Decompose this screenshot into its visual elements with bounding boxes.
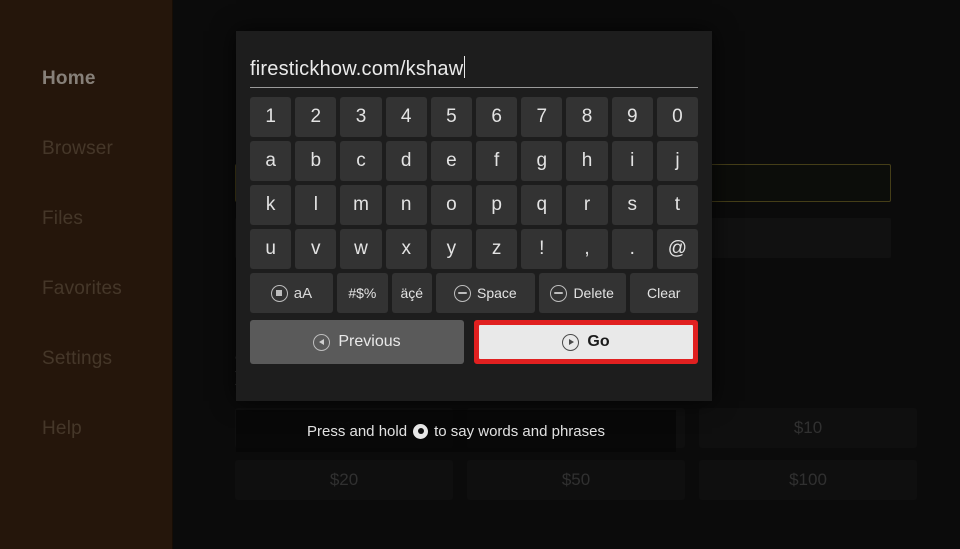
key-t[interactable]: t (656, 185, 699, 225)
keyboard-input-underline[interactable]: firestickhow.com/kshaw (250, 53, 698, 88)
key-exclamation[interactable]: ! (521, 229, 563, 269)
key-w[interactable]: w (340, 229, 382, 269)
go-button-label: Go (587, 333, 610, 350)
key-n[interactable]: n (385, 185, 427, 225)
voice-hint-bar: Press and hold to say words and phrases (236, 410, 676, 452)
key-z[interactable]: z (476, 229, 518, 269)
keyboard-input-value: firestickhow.com/kshaw (250, 58, 464, 80)
keyboard-input-row: firestickhow.com/kshaw (250, 31, 698, 93)
key-6[interactable]: 6 (476, 97, 518, 137)
key-a[interactable]: a (250, 141, 292, 181)
keyboard-action-row: Previous Go (250, 320, 698, 364)
key-v[interactable]: v (295, 229, 337, 269)
key-y[interactable]: y (430, 229, 473, 269)
key-u[interactable]: u (250, 229, 292, 269)
key-l[interactable]: l (295, 185, 337, 225)
key-f[interactable]: f (476, 141, 518, 181)
keyboard-row-numbers: 1 2 3 4 5 6 7 8 9 0 (250, 97, 699, 137)
key-1[interactable]: 1 (250, 97, 292, 137)
key-x[interactable]: x (385, 229, 427, 269)
rewind-button-icon (550, 284, 568, 302)
key-j[interactable]: j (656, 141, 699, 181)
key-toggle-case[interactable]: aA (250, 273, 333, 313)
previous-button-label: Previous (338, 333, 401, 350)
key-symbols[interactable]: #$% (336, 273, 388, 313)
key-4[interactable]: 4 (385, 97, 427, 137)
key-at[interactable]: @ (656, 229, 699, 269)
key-h[interactable]: h (566, 141, 608, 181)
voice-hint-text-before: Press and hold (306, 422, 408, 440)
key-delete-label: Delete (573, 285, 614, 301)
key-7[interactable]: 7 (521, 97, 563, 137)
playpause-button-icon (454, 284, 471, 302)
keyboard-function-row: aA #$% äçé Space Delete Clear (250, 273, 698, 313)
key-accents[interactable]: äçé (391, 273, 432, 313)
keyboard-row-u-at: u v w x y z ! , . @ (250, 229, 699, 269)
key-period[interactable]: . (611, 229, 653, 269)
key-r[interactable]: r (566, 185, 608, 225)
voice-hint-text-after: to say words and phrases (434, 422, 605, 440)
text-caret (464, 56, 466, 78)
key-o[interactable]: o (430, 185, 473, 225)
key-8[interactable]: 8 (566, 97, 608, 137)
onscreen-keyboard-dialog: firestickhow.com/kshaw 1 2 3 4 5 6 7 8 9… (236, 31, 712, 401)
key-i[interactable]: i (611, 141, 653, 181)
back-button-icon (313, 333, 331, 351)
key-2[interactable]: 2 (295, 97, 337, 137)
key-space-label: Space (477, 285, 517, 301)
mic-icon (413, 423, 429, 439)
go-button[interactable]: Go (479, 325, 693, 359)
key-q[interactable]: q (521, 185, 563, 225)
key-m[interactable]: m (340, 185, 382, 225)
key-comma[interactable]: , (566, 229, 608, 269)
keyboard-rows: 1 2 3 4 5 6 7 8 9 0 a b c d e f g h i j … (250, 97, 699, 313)
key-p[interactable]: p (476, 185, 518, 225)
key-space[interactable]: Space (435, 273, 535, 313)
key-s[interactable]: s (611, 185, 653, 225)
fire-tv-screen: Home Browser Files Favorites Settings He… (0, 0, 960, 549)
previous-button[interactable]: Previous (250, 320, 464, 364)
key-d[interactable]: d (385, 141, 427, 181)
keyboard-row-a-j: a b c d e f g h i j (250, 141, 699, 181)
key-toggle-case-label: aA (293, 284, 313, 302)
key-k[interactable]: k (250, 185, 292, 225)
key-delete[interactable]: Delete (538, 273, 626, 313)
key-3[interactable]: 3 (340, 97, 382, 137)
go-button-focus-ring: Go (474, 320, 698, 364)
playpause-button-icon (562, 333, 580, 351)
key-clear[interactable]: Clear (629, 273, 698, 313)
key-0[interactable]: 0 (656, 97, 699, 137)
menu-button-icon (270, 284, 288, 302)
key-e[interactable]: e (430, 141, 473, 181)
key-b[interactable]: b (295, 141, 337, 181)
key-5[interactable]: 5 (430, 97, 473, 137)
key-c[interactable]: c (340, 141, 382, 181)
key-9[interactable]: 9 (611, 97, 653, 137)
keyboard-row-k-t: k l m n o p q r s t (250, 185, 699, 225)
key-g[interactable]: g (521, 141, 563, 181)
